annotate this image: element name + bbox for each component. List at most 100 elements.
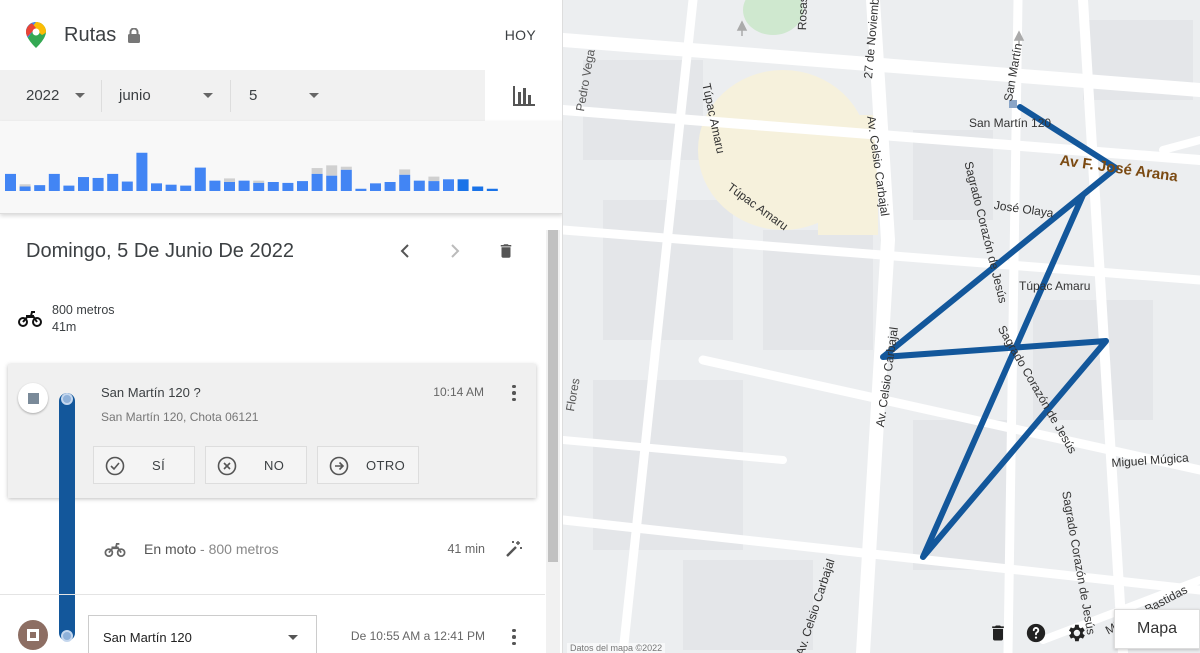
chevron-down-icon [288,635,298,640]
histogram-bar[interactable] [5,173,16,191]
histogram-bar[interactable] [326,175,338,191]
place-select[interactable]: San Martín 120 [88,615,317,653]
histogram-bar[interactable] [311,173,323,191]
histogram-bar[interactable] [238,180,250,191]
visit-card[interactable]: San Martín 120 ? San Martín 120, Chota 0… [8,364,536,498]
histogram-bar[interactable] [121,181,133,191]
histogram-bar[interactable] [34,185,46,191]
day-value: 5 [249,87,258,104]
day-select[interactable]: 5 [231,70,341,121]
histogram-bar[interactable] [428,181,440,191]
travel-mode: En moto - 800 metros [144,541,279,557]
month-value: junio [119,87,151,104]
year-select[interactable]: 2022 [0,70,101,121]
scrollbar-thumb[interactable] [548,230,558,562]
chevron-down-icon [309,93,319,98]
histogram-bar[interactable] [19,186,31,192]
histogram-bar[interactable] [253,182,265,191]
histogram-bar[interactable] [399,174,411,191]
total-duration: 41m [52,320,77,334]
travel-segment[interactable]: En moto - 800 metros 41 min [0,527,545,571]
histogram-bar[interactable] [486,188,498,191]
chevron-down-icon [75,93,85,98]
histogram-bar[interactable] [48,173,60,191]
confirm-other-label: OTRO [366,458,406,473]
stop-square-icon [27,629,39,641]
settings-gear-icon[interactable] [1063,620,1089,646]
day-summary: 800 metros 41m [18,302,115,336]
stats-button[interactable] [485,70,562,121]
confirm-no-button[interactable]: NO [205,446,307,484]
histogram-bar-shadow [311,168,323,174]
histogram-bar[interactable] [63,185,75,191]
confirm-no-label: NO [264,458,285,473]
place-select-value: San Martín 120 [103,630,192,645]
today-button[interactable]: HOY [505,27,536,43]
histogram-bar[interactable] [443,179,454,191]
histogram-bar[interactable] [457,179,469,191]
more-options-icon[interactable] [504,381,524,405]
histogram-bar[interactable] [136,152,148,191]
visit-address: San Martín 120, Chota 06121 [101,410,259,424]
histogram-bar[interactable] [107,173,119,191]
street-label: Rosas [795,0,811,31]
histogram-bar[interactable] [413,180,425,191]
previous-day-button[interactable] [390,236,420,266]
timeline-panel: Rutas HOY 2022 junio 5 Domingo, 5 De Jun… [0,0,563,653]
chevron-down-icon [203,93,213,98]
histogram-bar[interactable] [282,182,294,191]
histogram-bar[interactable] [180,185,192,191]
histogram-bar[interactable] [92,177,104,191]
close-circle-icon [217,456,237,476]
histogram-bar-shadow [253,180,265,183]
confirm-yes-button[interactable]: SÍ [93,446,195,484]
map-view[interactable]: Pedro Vega 27 de Noviembre Túpac Amaru T… [563,0,1200,653]
histogram-bar[interactable] [355,188,367,191]
histogram-bar-shadow [326,165,338,176]
visit-end-marker [18,620,48,650]
magic-wand-icon[interactable] [505,540,523,558]
more-options-icon[interactable] [504,625,524,649]
histogram-bar[interactable] [209,180,221,191]
histogram-bar[interactable] [384,182,396,191]
histogram-bar[interactable] [340,169,352,191]
histogram-canvas[interactable] [0,121,563,214]
lock-icon [128,27,141,43]
histogram-bar[interactable] [224,182,235,191]
histogram-bar[interactable] [78,177,89,191]
arrow-right-circle-icon [329,456,349,476]
histogram-bar[interactable] [267,182,279,191]
histogram-bar-shadow [340,166,352,170]
trash-icon [500,244,512,258]
visit-time-range: De 10:55 AM a 12:41 PM [350,629,485,643]
confirm-other-button[interactable]: OTRO [317,446,419,484]
chevron-left-icon [400,244,409,258]
map-type-button[interactable]: Mapa [1114,609,1200,649]
activity-histogram[interactable] [0,121,563,214]
year-value: 2022 [26,87,60,104]
timeline-start-dot [61,393,73,405]
month-select[interactable]: junio [102,70,230,121]
map-canvas[interactable] [563,0,1200,653]
delete-day-button[interactable] [491,236,521,266]
histogram-bar[interactable] [194,167,206,191]
visit-time: 10:14 AM [433,385,484,399]
help-icon[interactable] [1023,620,1049,646]
histogram-bar[interactable] [297,181,308,191]
next-day-button[interactable] [440,236,470,266]
date-picker-row: 2022 junio 5 [0,70,485,121]
map-attribution: Datos del mapa ©2022 [567,643,666,653]
histogram-bar[interactable] [472,186,484,192]
histogram-bar[interactable] [370,183,381,191]
histogram-bar[interactable] [151,183,162,191]
motorcycle-icon [18,311,42,327]
histogram-bar-shadow [224,178,235,182]
app-title: Rutas [64,23,117,46]
histogram-bar[interactable] [165,184,177,191]
delete-icon[interactable] [985,620,1011,646]
chevron-right-icon [451,244,460,258]
scrollbar[interactable] [546,230,560,653]
travel-distance: - 800 metros [196,541,279,557]
street-label: Túpac Amaru [1019,279,1091,293]
confirm-yes-label: SÍ [152,458,166,473]
